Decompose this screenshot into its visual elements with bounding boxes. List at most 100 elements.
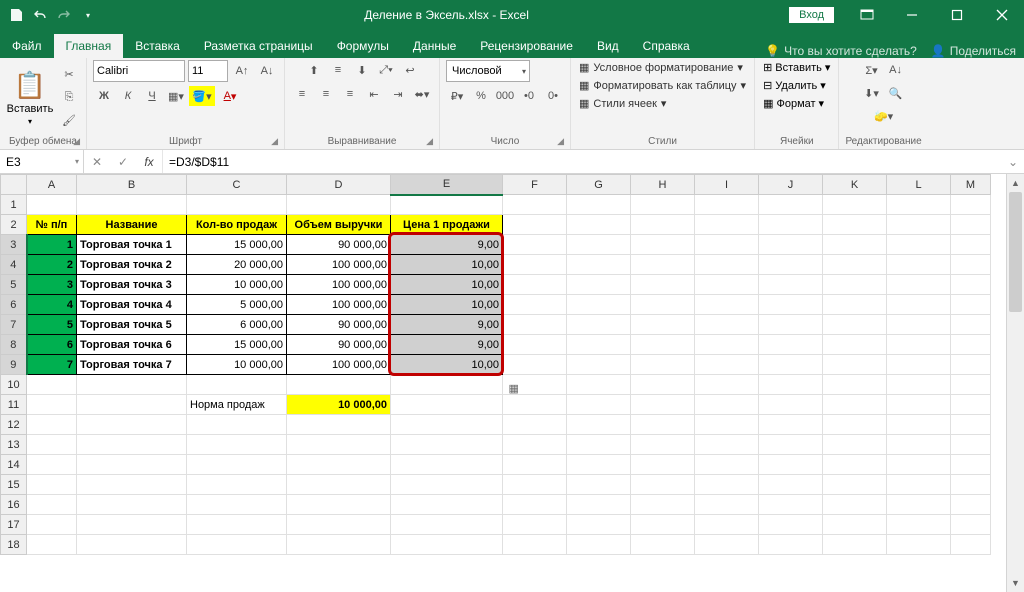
cell[interactable] bbox=[887, 275, 951, 295]
qat-more-icon[interactable]: ▾ bbox=[80, 7, 96, 23]
vertical-scrollbar[interactable]: ▲ ▼ bbox=[1006, 174, 1024, 592]
table-cell[interactable]: Торговая точка 3 bbox=[77, 275, 187, 295]
cell[interactable] bbox=[759, 255, 823, 275]
cell[interactable] bbox=[823, 335, 887, 355]
cell[interactable] bbox=[503, 335, 567, 355]
cell[interactable] bbox=[951, 475, 991, 495]
font-family-select[interactable] bbox=[93, 60, 185, 82]
cell[interactable] bbox=[759, 315, 823, 335]
cell[interactable] bbox=[823, 355, 887, 375]
cell[interactable] bbox=[631, 475, 695, 495]
cell[interactable] bbox=[631, 295, 695, 315]
tell-me-search[interactable]: 💡 Что вы хотите сделать? bbox=[765, 44, 917, 58]
cell[interactable] bbox=[27, 475, 77, 495]
col-header-L[interactable]: L bbox=[887, 175, 951, 195]
align-bottom-button[interactable]: ⬇ bbox=[351, 60, 373, 80]
cell[interactable] bbox=[887, 215, 951, 235]
cell[interactable] bbox=[77, 415, 187, 435]
row-header-17[interactable]: 17 bbox=[1, 515, 27, 535]
table-cell[interactable]: 100 000,00 bbox=[287, 295, 391, 315]
tab-view[interactable]: Вид bbox=[585, 34, 631, 58]
cell[interactable] bbox=[567, 295, 631, 315]
cell-styles-button[interactable]: ▦ Стили ячеек ▾ bbox=[577, 96, 668, 111]
table-cell[interactable]: 5 bbox=[27, 315, 77, 335]
cut-button[interactable]: ✂ bbox=[58, 65, 80, 85]
decrease-indent-button[interactable]: ⇤ bbox=[363, 84, 385, 104]
autosum-button[interactable]: Σ▾ bbox=[861, 60, 883, 80]
tab-page-layout[interactable]: Разметка страницы bbox=[192, 34, 325, 58]
tab-formulas[interactable]: Формулы bbox=[325, 34, 401, 58]
cell[interactable] bbox=[567, 255, 631, 275]
cell[interactable] bbox=[631, 415, 695, 435]
underline-button[interactable]: Ч bbox=[141, 86, 163, 106]
table-cell[interactable]: 20 000,00 bbox=[187, 255, 287, 275]
name-box[interactable]: E3 bbox=[0, 150, 84, 173]
cell[interactable] bbox=[695, 535, 759, 555]
cell[interactable] bbox=[759, 235, 823, 255]
cell[interactable] bbox=[951, 375, 991, 395]
cell[interactable] bbox=[567, 415, 631, 435]
cell[interactable] bbox=[759, 515, 823, 535]
cell[interactable] bbox=[823, 315, 887, 335]
cell[interactable] bbox=[631, 535, 695, 555]
align-left-button[interactable]: ≡ bbox=[291, 84, 313, 104]
table-cell[interactable]: 7 bbox=[27, 355, 77, 375]
col-header-C[interactable]: C bbox=[187, 175, 287, 195]
cell[interactable] bbox=[631, 455, 695, 475]
cell[interactable] bbox=[887, 515, 951, 535]
copy-button[interactable]: ⎘ bbox=[58, 88, 80, 108]
cell[interactable] bbox=[695, 495, 759, 515]
enter-formula-button[interactable]: ✓ bbox=[110, 155, 136, 169]
cell[interactable] bbox=[631, 395, 695, 415]
cell[interactable] bbox=[567, 235, 631, 255]
find-button[interactable]: 🔍 bbox=[885, 83, 907, 103]
tab-help[interactable]: Справка bbox=[631, 34, 702, 58]
cell[interactable] bbox=[567, 195, 631, 215]
fill-button[interactable]: ⬇▾ bbox=[861, 83, 883, 103]
cell[interactable] bbox=[567, 335, 631, 355]
cell[interactable] bbox=[391, 415, 503, 435]
cell[interactable] bbox=[503, 215, 567, 235]
tab-home[interactable]: Главная bbox=[54, 34, 124, 58]
table-cell[interactable]: 10,00 bbox=[391, 255, 503, 275]
font-size-select[interactable] bbox=[188, 60, 228, 82]
header-cell[interactable]: Цена 1 продажи bbox=[391, 215, 503, 235]
cell[interactable] bbox=[759, 335, 823, 355]
cell[interactable] bbox=[951, 315, 991, 335]
cell[interactable] bbox=[27, 455, 77, 475]
cell[interactable] bbox=[887, 375, 951, 395]
cell[interactable] bbox=[951, 295, 991, 315]
col-header-F[interactable]: F bbox=[503, 175, 567, 195]
undo-icon[interactable] bbox=[32, 7, 48, 23]
cell[interactable] bbox=[503, 535, 567, 555]
cell[interactable] bbox=[887, 295, 951, 315]
row-header-6[interactable]: 6 bbox=[1, 295, 27, 315]
cell[interactable] bbox=[759, 495, 823, 515]
cell[interactable] bbox=[567, 375, 631, 395]
col-header-G[interactable]: G bbox=[567, 175, 631, 195]
sort-filter-button[interactable]: A↓ bbox=[885, 60, 907, 80]
table-cell[interactable]: 90 000,00 bbox=[287, 235, 391, 255]
cell[interactable] bbox=[503, 395, 567, 415]
number-launcher[interactable]: ◢ bbox=[557, 136, 564, 147]
row-header-7[interactable]: 7 bbox=[1, 315, 27, 335]
cell[interactable] bbox=[631, 215, 695, 235]
cell[interactable] bbox=[391, 395, 503, 415]
cell[interactable] bbox=[823, 435, 887, 455]
cell[interactable] bbox=[567, 395, 631, 415]
tab-data[interactable]: Данные bbox=[401, 34, 468, 58]
cell[interactable] bbox=[631, 515, 695, 535]
cell[interactable] bbox=[759, 475, 823, 495]
table-cell[interactable]: 2 bbox=[27, 255, 77, 275]
cell[interactable] bbox=[695, 395, 759, 415]
cell[interactable] bbox=[823, 535, 887, 555]
table-cell[interactable]: 9,00 bbox=[391, 335, 503, 355]
scrollbar-thumb[interactable] bbox=[1009, 192, 1022, 312]
cell[interactable] bbox=[27, 375, 77, 395]
cell[interactable] bbox=[77, 395, 187, 415]
cell[interactable] bbox=[567, 435, 631, 455]
row-header-15[interactable]: 15 bbox=[1, 475, 27, 495]
cell[interactable] bbox=[951, 435, 991, 455]
table-cell[interactable]: Торговая точка 5 bbox=[77, 315, 187, 335]
col-header-I[interactable]: I bbox=[695, 175, 759, 195]
